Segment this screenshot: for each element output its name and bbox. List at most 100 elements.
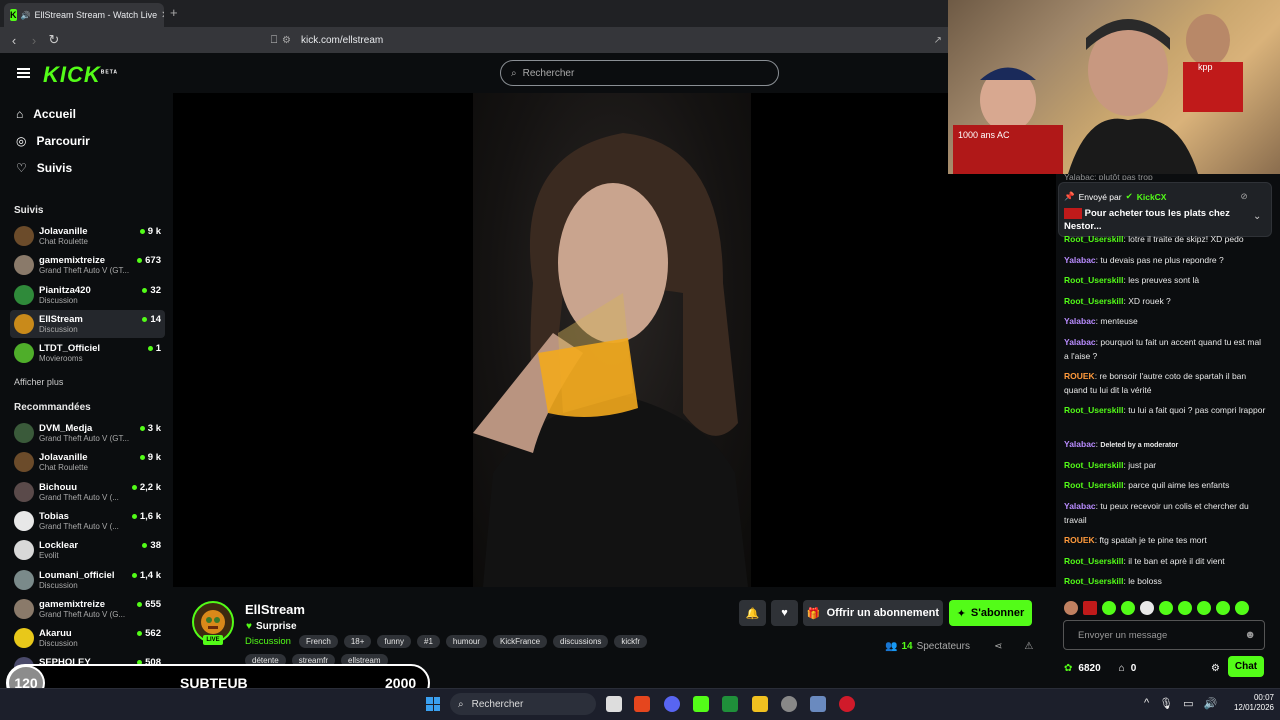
- sidebar-channel[interactable]: Jolavanille Chat Roulette 9 k: [10, 448, 165, 476]
- yellow-app-icon[interactable]: [752, 696, 768, 712]
- chat-username[interactable]: ROUEK: [1064, 371, 1095, 381]
- chat-username[interactable]: Yalabac: [1064, 316, 1096, 326]
- store-icon[interactable]: ⌂: [1119, 663, 1125, 674]
- sidebar-channel[interactable]: Locklear Evolit 38: [10, 536, 165, 564]
- emote-icon[interactable]: [1083, 601, 1097, 615]
- chat-username[interactable]: Root_Userskill: [1064, 296, 1124, 306]
- chat-username[interactable]: Root_Userskill: [1064, 480, 1124, 490]
- discord-icon[interactable]: [664, 696, 680, 712]
- emote-bar[interactable]: [1064, 600, 1264, 616]
- mic-icon[interactable]: 🎙: [1159, 697, 1173, 710]
- sidebar-channel[interactable]: DVM_Medja Grand Theft Auto V (GT... 3 k: [10, 419, 165, 447]
- nav-following[interactable]: ♡ Suivis: [16, 161, 72, 175]
- chat-username[interactable]: Yalabac: [1064, 439, 1096, 449]
- os-search-input[interactable]: ⌕ Rechercher: [450, 693, 596, 715]
- stream-tag[interactable]: humour: [445, 635, 488, 648]
- sidebar-channel[interactable]: Tobias Grand Theft Auto V (... 1,6 k: [10, 507, 165, 535]
- notification-button[interactable]: 🔔: [739, 600, 766, 626]
- emote-icon[interactable]: [1121, 601, 1135, 615]
- chat-username[interactable]: Root_Userskill: [1064, 460, 1124, 470]
- forward-icon[interactable]: ›: [24, 33, 44, 48]
- network-icon[interactable]: ▭: [1183, 697, 1193, 710]
- kick-app-icon[interactable]: [693, 696, 709, 712]
- browser-tab[interactable]: K 🔊 EllStream Stream - Watch Live ✕: [4, 3, 164, 27]
- pinned-user[interactable]: KickCX: [1137, 192, 1167, 202]
- hide-icon[interactable]: ⊘: [1240, 191, 1247, 202]
- chat-username[interactable]: Yalabac: [1064, 501, 1096, 511]
- brave-browser-icon[interactable]: [634, 696, 650, 712]
- chat-send-button[interactable]: Chat: [1228, 656, 1264, 677]
- channel-viewers: 3 k: [139, 423, 161, 434]
- sidebar-channel[interactable]: LTDT_Officiel Movierooms 1: [10, 339, 165, 367]
- chat-username[interactable]: Root_Userskill: [1064, 576, 1124, 586]
- emote-icon[interactable]: [1140, 601, 1154, 615]
- sidebar-channel[interactable]: gamemixtreize Grand Theft Auto V (GT... 67…: [10, 251, 165, 279]
- kick-logo[interactable]: KICKBETA: [43, 62, 118, 88]
- sidebar-channel[interactable]: Akaruu Discussion 562: [10, 624, 165, 652]
- back-icon[interactable]: ‹: [4, 33, 24, 48]
- app-icon[interactable]: [781, 696, 797, 712]
- windows-start-icon[interactable]: [426, 697, 440, 711]
- chat-username[interactable]: Yalabac: [1064, 337, 1096, 347]
- gift-sub-button[interactable]: 🎁 Offrir un abonnement: [803, 600, 943, 626]
- emote-icon[interactable]: [1064, 601, 1078, 615]
- chat-username[interactable]: ROUEK: [1064, 535, 1095, 545]
- chevron-down-icon[interactable]: ⌄: [1253, 211, 1261, 222]
- os-clock[interactable]: 00:07 12/01/2026: [1218, 693, 1274, 713]
- stream-tag[interactable]: discussions: [553, 635, 609, 648]
- sidebar-channel[interactable]: Pianitza420 Discussion 32: [10, 281, 165, 309]
- settings-icon[interactable]: ⚙: [1211, 663, 1220, 674]
- sidebar-channel[interactable]: gamemixtreize Grand Theft Auto V (G... 655: [10, 595, 165, 623]
- menu-icon[interactable]: [17, 68, 30, 78]
- sidebar-channel[interactable]: Loumani_officiel Discussion 1,4 k: [10, 566, 165, 594]
- subscribe-button[interactable]: ✦ S'abonner: [949, 600, 1032, 626]
- volume-icon[interactable]: 🔊: [1204, 697, 1218, 710]
- sidebar-channel[interactable]: Bichouu Grand Theft Auto V (... 2,2 k: [10, 478, 165, 506]
- stream-tag[interactable]: funny: [377, 635, 411, 648]
- taskview-icon[interactable]: [606, 696, 622, 712]
- streamer-name[interactable]: EllStream: [245, 602, 305, 617]
- emoji-icon[interactable]: ☻: [1244, 629, 1256, 641]
- channel-viewers: 38: [142, 540, 161, 551]
- share-icon[interactable]: ⋖: [994, 641, 1002, 652]
- emote-icon[interactable]: [1235, 601, 1249, 615]
- chat-input[interactable]: Envoyer un message ☻: [1063, 620, 1265, 650]
- settings-app-icon[interactable]: [810, 696, 826, 712]
- stream-tag[interactable]: #1: [417, 635, 440, 648]
- emote-icon[interactable]: [1216, 601, 1230, 615]
- youtube-icon[interactable]: [839, 696, 855, 712]
- emote-icon[interactable]: [1159, 601, 1173, 615]
- emote-icon[interactable]: [1178, 601, 1192, 615]
- new-tab-button[interactable]: +: [170, 5, 178, 20]
- emote-icon[interactable]: [1197, 601, 1211, 615]
- chat-username[interactable]: Root_Userskill: [1064, 275, 1124, 285]
- green-app-icon[interactable]: [722, 696, 738, 712]
- follow-button[interactable]: ♥: [771, 600, 798, 626]
- sidebar-channel[interactable]: Jolavanille Chat Roulette 9 k: [10, 222, 165, 250]
- chat-username[interactable]: Yalabac: [1064, 255, 1096, 265]
- chat-cut-message: Yalabac: plutôt pas trop: [1064, 172, 1153, 180]
- stream-category-link[interactable]: Discussion: [245, 636, 291, 647]
- nav-browse[interactable]: ◎ Parcourir: [16, 134, 90, 148]
- stream-tag[interactable]: French: [298, 635, 338, 648]
- stream-tag[interactable]: kickfr: [614, 635, 648, 648]
- url-field[interactable]: ⚙ kick.com/ellstream ↗: [282, 31, 942, 49]
- chevron-up-icon[interactable]: ^: [1144, 697, 1149, 710]
- emote-icon[interactable]: [1102, 601, 1116, 615]
- stream-tag[interactable]: KickFrance: [493, 635, 548, 648]
- reload-icon[interactable]: ↻: [44, 32, 64, 48]
- close-tab-icon[interactable]: ✕: [161, 10, 164, 21]
- chat-username[interactable]: Root_Userskill: [1064, 234, 1124, 244]
- search-input[interactable]: ⌕ Rechercher: [500, 60, 779, 86]
- site-info-icon[interactable]: ⚙: [282, 35, 291, 46]
- sidebar-channel[interactable]: EllStream Discussion 14: [10, 309, 165, 338]
- show-more-link[interactable]: Afficher plus: [14, 377, 63, 387]
- share-icon[interactable]: ↗: [934, 35, 942, 46]
- stream-tag[interactable]: 18+: [343, 635, 372, 648]
- bookmark-icon[interactable]: ⎕: [264, 34, 284, 47]
- chat-username[interactable]: Root_Userskill: [1064, 405, 1124, 415]
- nav-home[interactable]: ⌂ Accueil: [16, 107, 76, 121]
- report-icon[interactable]: ⚠: [1024, 641, 1033, 652]
- chat-username[interactable]: Root_Userskill: [1064, 556, 1124, 566]
- chat-text: just par: [1128, 460, 1157, 470]
